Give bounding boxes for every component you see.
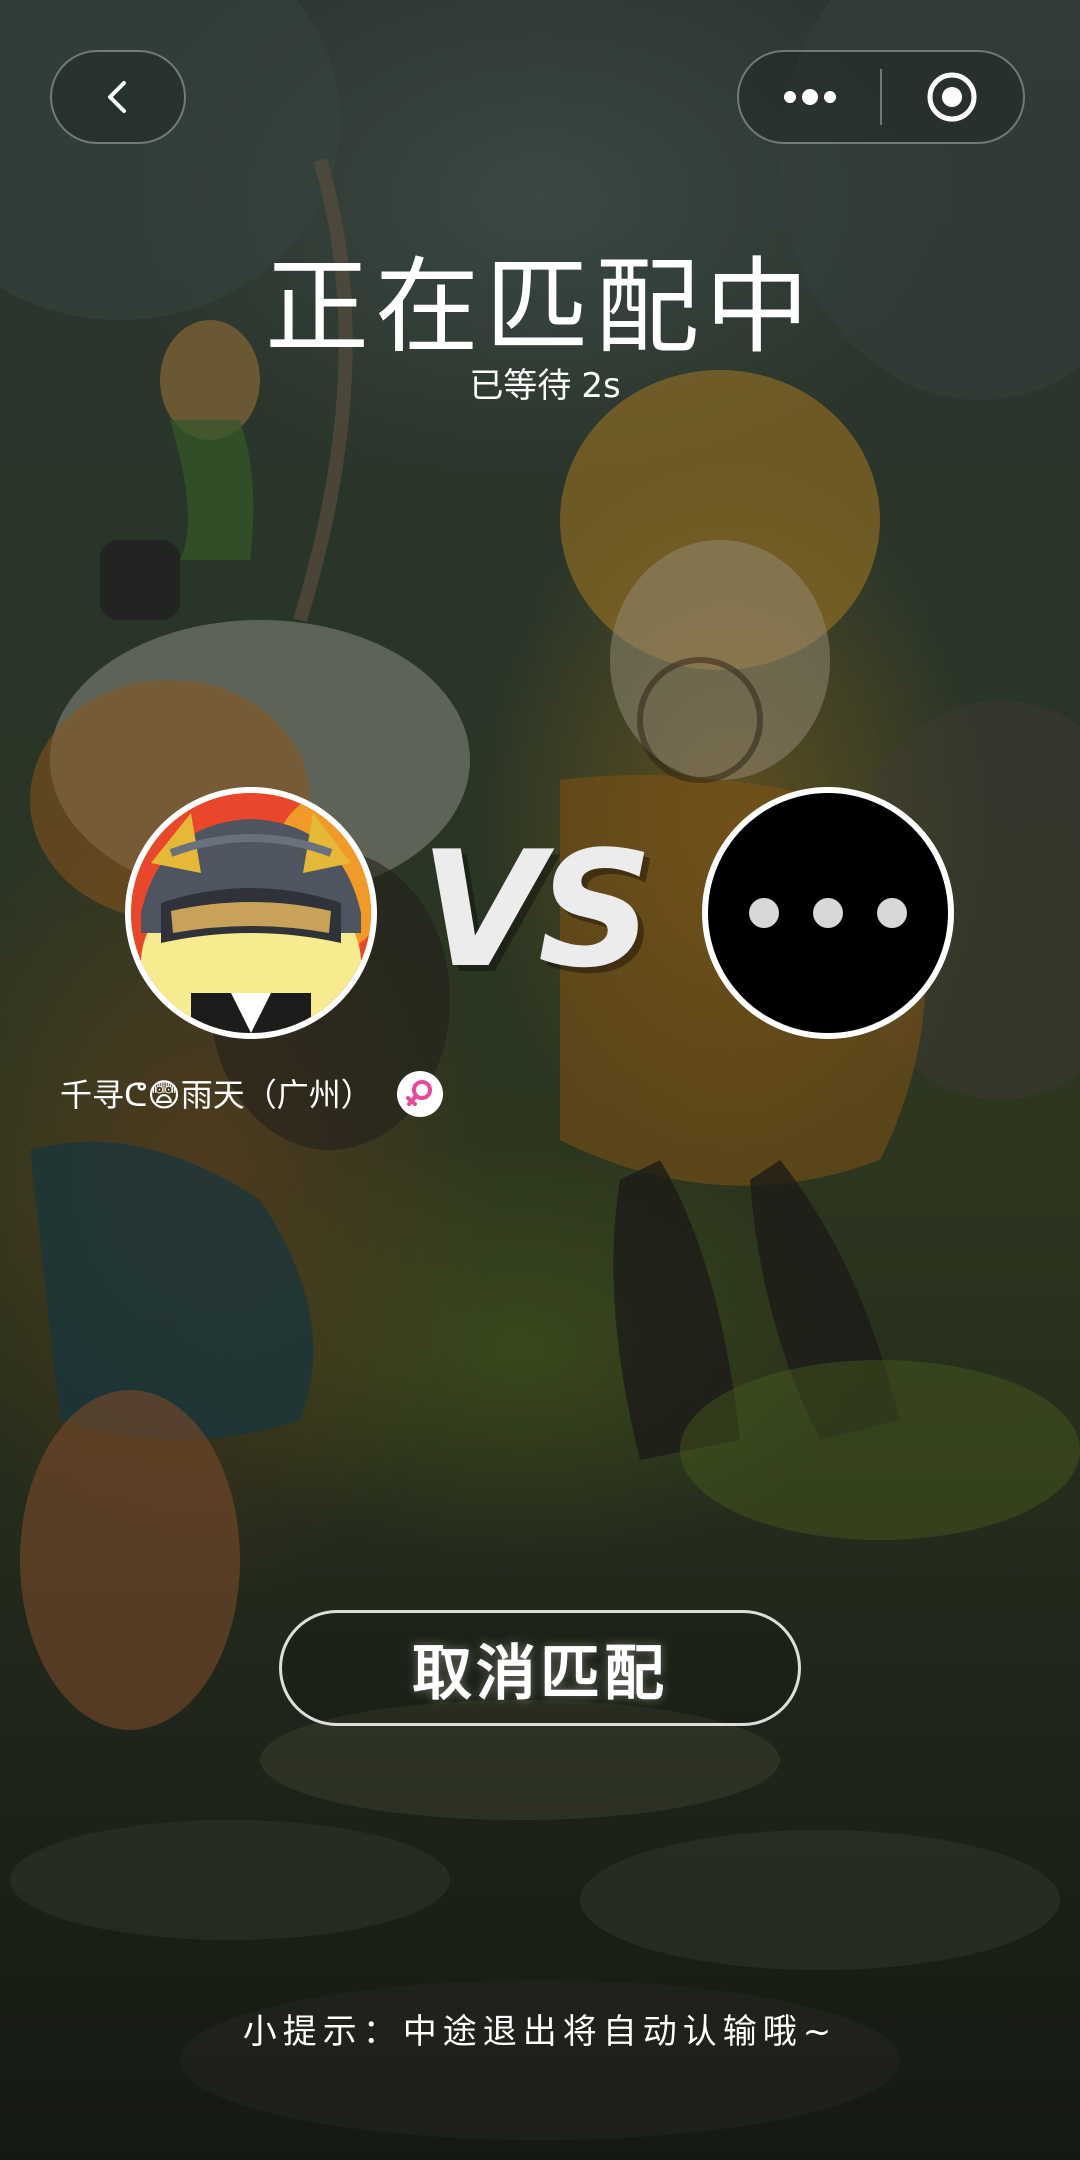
mini-program-capsule — [737, 50, 1025, 144]
hint-text: 小提示：中途退出将自动认输哦~ — [242, 2012, 838, 2052]
player-nickname: 千寻ᕦ😨雨天（广州） — [60, 1076, 373, 1114]
target-close-icon — [927, 72, 977, 122]
gender-badge — [397, 1071, 443, 1117]
waiting-dot — [749, 898, 779, 928]
close-button[interactable] — [882, 52, 1023, 142]
waiting-dot — [877, 898, 907, 928]
more-dots-icon — [783, 89, 836, 105]
chevron-left-icon — [108, 81, 126, 113]
waiting-label: 已等待 — [469, 366, 572, 406]
matching-title: 正在匹配中 — [264, 246, 815, 368]
match-screen: 正在匹配中 已等待 2s VS 千寻ᕦ😨雨天（广州） 取消匹配 小提示：中途退出… — [0, 0, 1080, 2160]
opponent-avatar-placeholder — [702, 787, 954, 1039]
waiting-dot — [813, 898, 843, 928]
cancel-match-button[interactable]: 取消匹配 — [279, 1610, 801, 1726]
cartoon-helmet-dog-avatar — [131, 793, 371, 1033]
vs-label: VS — [420, 816, 653, 1003]
waiting-value: 2s — [581, 366, 621, 406]
back-button[interactable] — [50, 50, 186, 144]
more-button[interactable] — [739, 52, 880, 142]
waiting-time: 已等待 2s — [0, 358, 1080, 407]
female-icon — [406, 1080, 432, 1106]
player-avatar[interactable] — [125, 787, 377, 1039]
